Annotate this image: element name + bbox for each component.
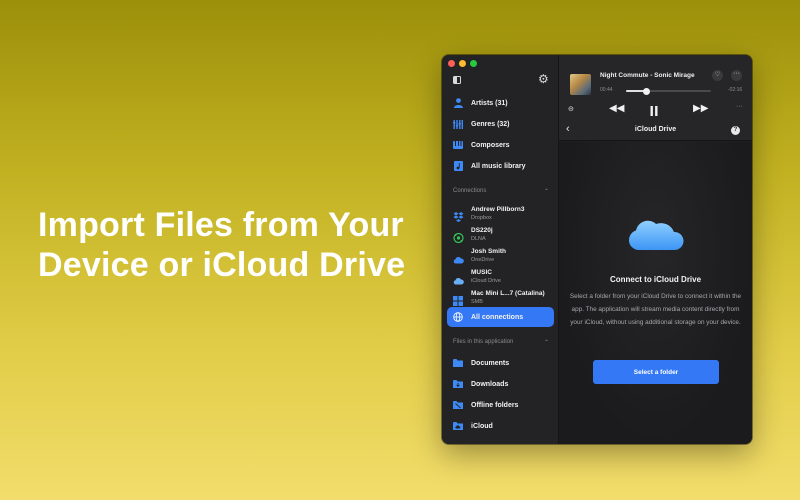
onedrive-icon <box>453 251 464 263</box>
offline-folder-icon <box>453 400 463 410</box>
sidebar-item-label: iCloud <box>471 422 493 430</box>
dropbox-icon <box>453 209 464 222</box>
icloud-cloud-icon <box>626 212 686 257</box>
icloud-folder-icon <box>453 421 463 431</box>
page-title: iCloud Drive <box>634 126 677 133</box>
pause-icon[interactable] <box>650 103 658 121</box>
files-section-header[interactable]: Files in this application ⌃ <box>453 339 549 346</box>
queue-more-icon[interactable]: ··· <box>736 103 743 110</box>
sidebar-item-genres[interactable]: Genres (32) <box>447 114 554 134</box>
sidebar-item-label: Documents <box>471 359 510 367</box>
connection-name: Mac Mini L...7 (Catalina) <box>471 289 545 297</box>
more-options-icon[interactable]: ··· <box>731 70 742 81</box>
promo-headline: Import Files from Your Device or iCloud … <box>38 205 428 285</box>
help-icon[interactable]: ? <box>731 126 740 135</box>
zoom-window-button[interactable] <box>470 60 477 67</box>
connection-item[interactable]: Mac Mini L...7 (Catalina) SMB <box>447 287 554 308</box>
sidebar-item-downloads[interactable]: Downloads <box>447 374 554 394</box>
connect-title: Connect to iCloud Drive <box>609 275 702 284</box>
download-folder-icon <box>453 379 463 389</box>
sidebar-item-label: Downloads <box>471 380 509 388</box>
connection-name: Josh Smith <box>471 247 507 255</box>
navigation-bar: ‹ iCloud Drive ? <box>559 121 752 141</box>
folder-icon <box>453 358 463 368</box>
chevron-up-icon: ⌃ <box>543 189 549 195</box>
close-window-button[interactable] <box>448 60 455 67</box>
connection-item[interactable]: DS220j DLNA <box>447 224 554 245</box>
sidebar-item-all-connections[interactable]: All connections <box>447 307 554 327</box>
sidebar: ⚙ Artists (31) Genres (32) Composers All… <box>442 55 559 444</box>
headline-line-2: Device or iCloud Drive <box>38 246 406 284</box>
select-folder-button[interactable]: Select a folder <box>593 360 719 384</box>
mini-player: Night Commute - Sonic Mirage ♡ ··· 00:44… <box>559 55 752 121</box>
icloud-connect-panel: Connect to iCloud Drive Select a folder … <box>559 142 752 444</box>
sidebar-item-documents[interactable]: Documents <box>447 353 554 373</box>
sidebar-item-label: Genres (32) <box>471 120 510 128</box>
connection-name: MUSIC <box>471 268 492 276</box>
rewind-icon[interactable]: ◀◀ <box>609 103 624 114</box>
chevron-up-icon: ⌃ <box>543 340 549 346</box>
sidebar-item-offline-folders[interactable]: Offline folders <box>447 395 554 415</box>
elapsed-time: 00:44 <box>600 87 613 93</box>
connection-service: SMB <box>471 298 483 305</box>
icloud-icon <box>453 272 464 284</box>
sidebar-item-label: All connections <box>471 313 524 321</box>
connect-description: Select a folder from your iCloud Drive t… <box>569 293 742 326</box>
sidebar-item-label: All music library <box>471 162 526 170</box>
connection-service: Dropbox <box>471 214 492 221</box>
progress-slider[interactable] <box>626 87 711 95</box>
connection-name: DS220j <box>471 226 493 234</box>
fast-forward-icon[interactable]: ▶▶ <box>693 103 708 114</box>
heart-icon[interactable]: ♡ <box>712 70 723 81</box>
connection-item[interactable]: MUSIC iCloud Drive <box>447 266 554 287</box>
headline-line-1: Import Files from Your <box>38 206 404 244</box>
connection-item[interactable]: Josh Smith OneDrive <box>447 245 554 266</box>
sidebar-item-all-music[interactable]: All music library <box>447 156 554 176</box>
person-icon <box>453 98 463 108</box>
connection-name: Andrew Pillborn3 <box>471 205 525 213</box>
remaining-time: -02:16 <box>728 87 743 93</box>
connection-service: OneDrive <box>471 256 495 263</box>
gear-icon[interactable]: ⚙ <box>538 73 549 85</box>
minimize-window-button[interactable] <box>459 60 466 67</box>
sidebar-item-label: Offline folders <box>471 401 519 409</box>
sidebar-item-label: Artists (31) <box>471 99 508 107</box>
sidebar-item-icloud[interactable]: iCloud <box>447 416 554 436</box>
dlna-icon <box>453 230 464 243</box>
window-controls <box>448 60 477 67</box>
section-label: Files in this application <box>453 339 514 345</box>
sliders-icon <box>453 119 463 129</box>
main-panel: Night Commute - Sonic Mirage ♡ ··· 00:44… <box>559 55 752 444</box>
globe-icon <box>453 312 463 322</box>
sidebar-item-composers[interactable]: Composers <box>447 135 554 155</box>
windows-icon <box>453 293 464 306</box>
app-window: ⚙ Artists (31) Genres (32) Composers All… <box>442 55 752 444</box>
piano-icon <box>453 140 463 150</box>
track-title[interactable]: Night Commute - Sonic Mirage <box>600 72 696 79</box>
sidebar-toggle-icon[interactable] <box>453 76 461 84</box>
music-library-icon <box>453 161 463 171</box>
sidebar-item-label: Composers <box>471 141 510 149</box>
sidebar-item-artists[interactable]: Artists (31) <box>447 93 554 113</box>
connection-service: iCloud Drive <box>471 277 501 284</box>
album-artwork[interactable] <box>570 74 591 95</box>
connection-item[interactable]: Andrew Pillborn3 Dropbox <box>447 203 554 224</box>
shuffle-icon[interactable]: ⊝ <box>568 105 574 113</box>
section-label: Connections <box>453 188 487 194</box>
progress-knob[interactable] <box>642 87 650 95</box>
connection-service: DLNA <box>471 235 486 242</box>
connections-section-header[interactable]: Connections ⌃ <box>453 188 549 195</box>
